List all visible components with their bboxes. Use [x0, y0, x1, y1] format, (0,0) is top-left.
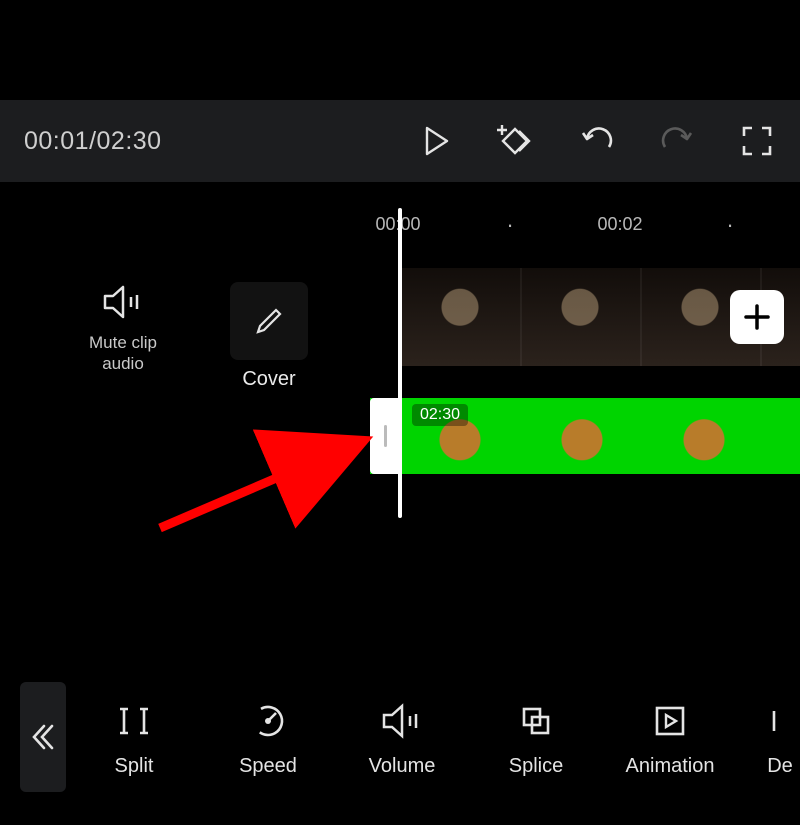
video-track-1[interactable]	[400, 268, 800, 366]
speed-dial-icon	[248, 701, 288, 741]
animation-button[interactable]: Animation	[626, 697, 714, 778]
tool-label: Split	[115, 755, 154, 778]
volume-icon	[380, 701, 424, 741]
redo-button[interactable]	[658, 122, 696, 160]
tool-label: De	[767, 755, 793, 778]
split-button[interactable]: Split	[90, 697, 178, 778]
ruler-dot: ·	[506, 212, 513, 238]
clip-duration-badge: 02:30	[412, 404, 468, 426]
clip-thumbnail	[522, 398, 642, 474]
ruler-tick: 00:02	[597, 214, 642, 235]
back-button[interactable]	[20, 682, 66, 792]
timeline-side-controls: Mute clip audio Cover	[68, 282, 324, 391]
mute-clip-audio-button[interactable]: Mute clip audio	[68, 282, 178, 375]
clip-thumbnail	[644, 398, 764, 474]
redo-icon	[661, 127, 693, 155]
transport-buttons	[418, 122, 776, 160]
tool-label: Speed	[239, 755, 297, 778]
time-separator: /	[89, 127, 96, 155]
mute-label: Mute clip audio	[89, 332, 157, 375]
pencil-icon	[254, 306, 284, 336]
tool-buttons: Split Speed Volume Splice Animation De	[90, 697, 800, 778]
speed-button[interactable]: Speed	[224, 697, 312, 778]
tool-label: Volume	[369, 755, 436, 778]
current-time: 00:01	[24, 127, 89, 155]
cover-thumbnail	[230, 282, 308, 360]
fullscreen-button[interactable]	[738, 122, 776, 160]
clip-trim-handle-left[interactable]	[370, 398, 400, 474]
split-icon	[114, 701, 154, 741]
add-keyframe-button[interactable]	[498, 122, 536, 160]
clip-thumbnail	[400, 268, 520, 366]
ruler-dot: ·	[726, 212, 733, 238]
undo-icon	[581, 127, 613, 155]
edit-toolbar: Split Speed Volume Splice Animation De	[0, 677, 800, 797]
fullscreen-icon	[742, 126, 772, 156]
volume-button[interactable]: Volume	[358, 697, 446, 778]
transport-bar: 00:01/02:30	[0, 100, 800, 182]
video-track-2[interactable]: 02:30	[370, 398, 800, 474]
undo-button[interactable]	[578, 122, 616, 160]
plus-icon	[742, 302, 772, 332]
cover-button[interactable]: Cover	[214, 282, 324, 391]
add-media-button[interactable]	[730, 290, 784, 344]
clip-thumbnail	[520, 268, 640, 366]
clip-thumbnail	[766, 398, 800, 474]
play-icon	[424, 126, 450, 156]
tool-label: Splice	[509, 755, 563, 778]
tool-label: Animation	[626, 755, 715, 778]
animation-play-icon	[650, 701, 690, 741]
play-button[interactable]	[418, 122, 456, 160]
total-time: 02:30	[97, 127, 162, 155]
cover-label: Cover	[242, 368, 295, 391]
add-keyframe-icon	[497, 125, 537, 157]
time-readout: 00:01/02:30	[24, 127, 162, 156]
splice-icon	[516, 701, 556, 741]
chevron-left-double-icon	[26, 720, 60, 754]
delete-button-partial[interactable]: De	[760, 697, 800, 778]
placeholder-icon	[770, 701, 790, 741]
splice-button[interactable]: Splice	[492, 697, 580, 778]
speaker-icon	[101, 282, 145, 322]
playhead[interactable]	[398, 208, 402, 518]
